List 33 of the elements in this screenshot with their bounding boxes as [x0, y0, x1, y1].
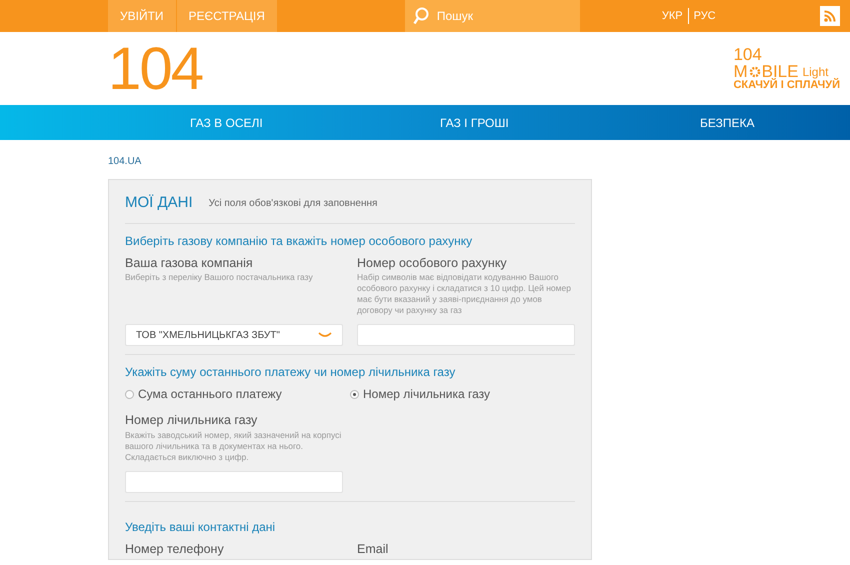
select-field[interactable]: ТОВ "ХМЕЛЬНИЦЬКГАЗ ЗБУТ" [125, 324, 343, 346]
language-link[interactable]: УКР [656, 8, 688, 24]
field-label: Номер лічильника газу [125, 412, 258, 430]
nav-link[interactable]: БЕЗПЕКА [700, 114, 754, 132]
radio-button[interactable] [125, 390, 134, 399]
breadcrumb-link[interactable]: 104.UA [108, 154, 142, 169]
top-bar-button[interactable]: РЕЄСТРАЦІЯ [176, 0, 277, 32]
search-field[interactable]: Пошук [404, 0, 580, 32]
field-hint: Виберіть з переліку Вашого постачальника газу [125, 272, 314, 284]
form-title: МОЇ ДАНІ [125, 193, 193, 213]
top-bar-button[interactable]: УВІЙТИ [108, 0, 176, 32]
field-hint: Набір символів має відповідати кодуванню Вашого особового рахунку і складатися з 10 цифр. Цей номер має бути вказаний у заяві-приєднання до умов договору чи рахунку за газ [357, 272, 572, 316]
form-subtitle: Усі поля обов'язкові для заповнення [208, 196, 378, 211]
radio-label: Номер лічильника газу [363, 386, 490, 404]
field-hint: Вкажіть заводський номер, який зазначений на корпусі вашого лічильника та в документах на нього. Складається виключно з цифр. [125, 430, 342, 464]
radio-label: Сума останнього платежу [138, 386, 282, 404]
field-label: Номер особового рахунку [357, 254, 508, 272]
section-heading: Укажіть суму останнього платежу чи номер лічильника газу [125, 364, 456, 382]
field-label: Email [357, 541, 390, 558]
nav-link[interactable]: ГАЗ І ГРОШІ [440, 114, 509, 132]
field-label: Номер телефону [125, 541, 225, 558]
language-link[interactable]: РУС [688, 8, 721, 24]
field-label: Ваша газова компанія [125, 254, 254, 272]
search-icon [412, 7, 429, 25]
section-heading: Виберіть газову компанію та вкажіть номер особового рахунку [125, 232, 474, 250]
mobile-app-logo[interactable]: 104 M BILE Light СКАЧУЙ І СПЛАЧУЙ [733, 46, 840, 91]
radio-button[interactable] [350, 390, 359, 399]
site-logo[interactable]: 104 [108, 38, 202, 98]
input-field[interactable] [125, 471, 343, 494]
chevron-down-icon [318, 332, 332, 338]
input-field[interactable] [357, 324, 575, 346]
nav-link[interactable]: ГАЗ В ОСЕЛІ [190, 114, 263, 132]
section-heading: Уведіть ваші контактні дані [125, 519, 276, 536]
